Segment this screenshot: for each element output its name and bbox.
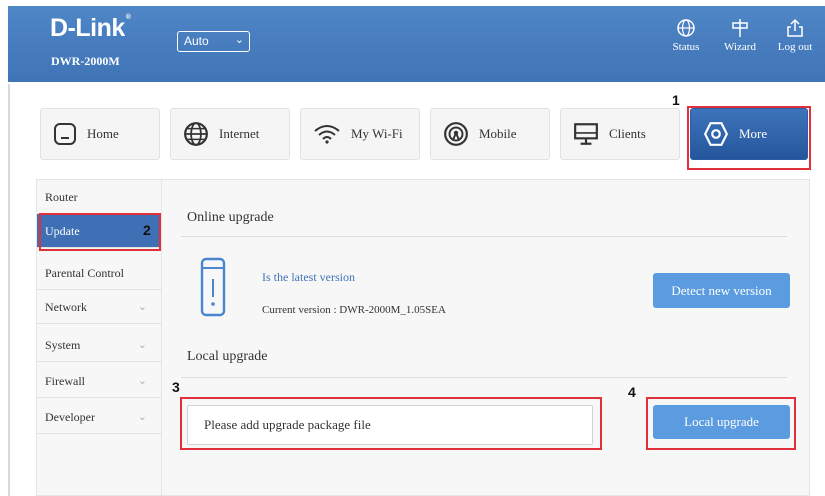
- current-version: Current version : DWR-2000M_1.05SEA: [262, 304, 446, 316]
- sidebar-item-router[interactable]: Router: [37, 180, 161, 214]
- home-icon: [54, 123, 76, 145]
- tab-my-wifi[interactable]: My Wi-Fi: [300, 108, 420, 160]
- divider: [181, 236, 787, 237]
- annotation-4: 4: [628, 384, 636, 400]
- router-icon: [200, 257, 226, 317]
- top-header: D-Link® DWR-2000M Auto ⌄ Status Wizard L…: [8, 6, 825, 82]
- tab-mobile[interactable]: Mobile: [430, 108, 550, 160]
- model-name: DWR-2000M: [51, 54, 120, 68]
- highlight-file-input: [180, 397, 602, 450]
- monitor-icon: [574, 123, 598, 145]
- tab-internet[interactable]: Internet: [170, 108, 290, 160]
- chevron-down-icon: ⌄: [137, 339, 147, 351]
- chevron-down-icon: ⌄: [137, 411, 147, 423]
- wifi-icon: [314, 125, 340, 144]
- tab-home[interactable]: Home: [40, 108, 160, 160]
- highlight-more-tab: [687, 106, 811, 170]
- version-status: Is the latest version: [262, 270, 355, 284]
- online-upgrade-title: Online upgrade: [187, 210, 274, 225]
- sidebar-item-network[interactable]: Network ⌄: [37, 290, 161, 324]
- annotation-2: 2: [143, 222, 151, 238]
- tab-clients[interactable]: Clients: [560, 108, 680, 160]
- chevron-down-icon: ⌄: [234, 34, 244, 46]
- signal-icon: [444, 122, 468, 146]
- detect-new-version-button[interactable]: Detect new version: [653, 273, 790, 308]
- sidebar-item-system[interactable]: System ⌄: [37, 328, 161, 362]
- wizard-icon: [732, 19, 748, 37]
- chevron-down-icon: ⌄: [137, 375, 147, 387]
- logout-icon: [787, 18, 803, 37]
- sidebar-item-firewall[interactable]: Firewall ⌄: [37, 364, 161, 398]
- logout-button[interactable]: Log out: [773, 18, 817, 53]
- sidebar-item-developer[interactable]: Developer ⌄: [37, 400, 161, 434]
- globe-icon: [677, 19, 695, 37]
- highlight-local-upgrade: [646, 397, 796, 450]
- globe-icon: [184, 122, 208, 146]
- wizard-button[interactable]: Wizard: [718, 18, 762, 53]
- annotation-1: 1: [672, 92, 680, 108]
- annotation-3: 3: [172, 379, 180, 395]
- chevron-down-icon: ⌄: [137, 301, 147, 313]
- left-divider: [8, 84, 10, 496]
- status-button[interactable]: Status: [664, 18, 708, 53]
- divider: [181, 377, 787, 378]
- language-select[interactable]: Auto ⌄: [177, 31, 250, 52]
- dlink-logo: D-Link®: [50, 14, 131, 42]
- sidebar-item-parental-control[interactable]: Parental Control: [37, 256, 161, 290]
- local-upgrade-title: Local upgrade: [187, 349, 268, 364]
